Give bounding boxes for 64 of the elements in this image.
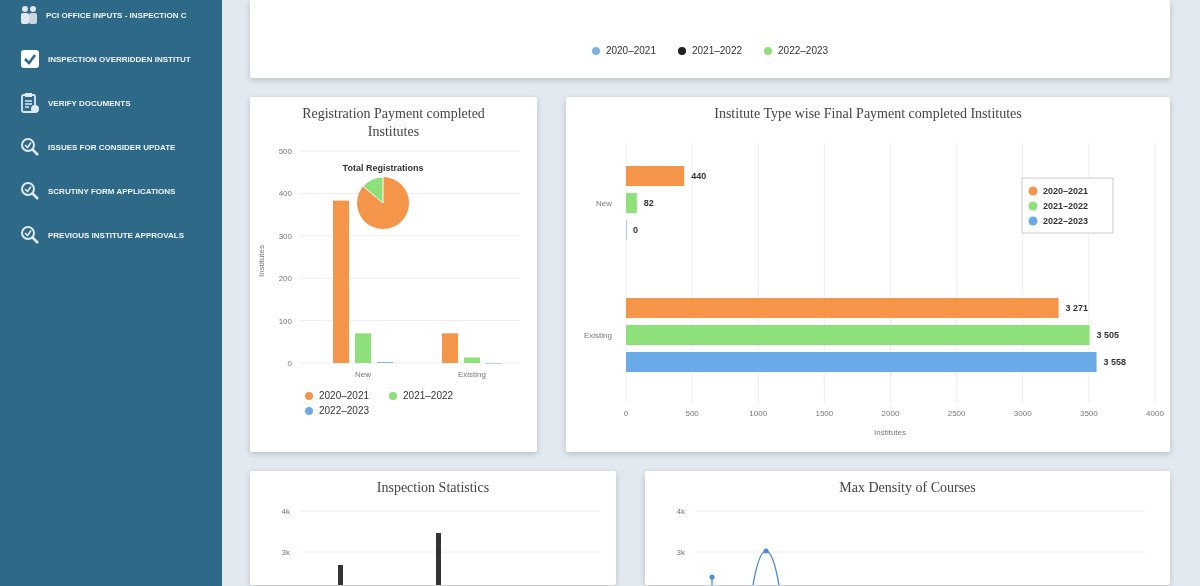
- axis-tick-label: 1000: [749, 409, 768, 418]
- legend-label: 2020–2021: [605, 45, 656, 56]
- bar: [626, 166, 685, 186]
- axis-tick-label: 0: [287, 359, 292, 368]
- clipboard-icon: [20, 92, 40, 114]
- search-check-icon: [20, 181, 40, 201]
- legend-label: 2022–2023: [778, 45, 829, 56]
- legend-label: 2022–2023: [1043, 216, 1089, 226]
- pie-chart-drawing: [357, 176, 409, 229]
- chart-title: Inspection Statistics: [375, 479, 491, 497]
- sidebar-item[interactable]: ISSUES FOR CONSIDER UPDATE: [48, 142, 176, 152]
- search-check-icon: [20, 137, 40, 157]
- legend-label: 2020–2021: [319, 390, 370, 401]
- bar: [355, 333, 371, 363]
- axis-tick-label: 500: [685, 409, 699, 418]
- sidebar-item[interactable]: INSPECTION OVERRIDDEN INSTITUT: [48, 54, 191, 64]
- axis-tick-label: New: [596, 199, 612, 208]
- inset-title: Total Registrations: [342, 163, 424, 173]
- axis-tick-label: 200: [278, 274, 292, 284]
- data-label: 82: [643, 198, 654, 208]
- legend-label: 2021–2022: [691, 45, 743, 56]
- axis-tick-label: 1500: [815, 409, 834, 418]
- line-chart-drawing: [709, 548, 780, 585]
- bar: [442, 333, 458, 363]
- sidebar-item[interactable]: SCRUTINY FORM APPLICATIONS: [48, 186, 176, 196]
- axis-tick-label: Existing: [458, 370, 486, 379]
- axis-tick-label: 3000: [1013, 409, 1032, 418]
- chart-title: Institute Type wise Final Payment completed Institutes: [713, 105, 1023, 123]
- axis-tick-label: 4k: [676, 507, 685, 516]
- axis-tick-label: New: [355, 370, 371, 379]
- axis-tick-label: 4k: [281, 507, 290, 516]
- axis-tick-label: 2500: [947, 409, 966, 418]
- legend-label: 2022–2023: [319, 405, 370, 416]
- sidebar-item[interactable]: PCI OFFICE INPUTS - INSPECTION C: [46, 10, 187, 20]
- axis-title: Institutes: [874, 428, 906, 437]
- checkbox-icon: [20, 49, 40, 69]
- data-label: 3 271: [1065, 303, 1089, 313]
- axis-tick-label: 100: [278, 316, 292, 326]
- axis-tick-label: 0: [623, 409, 629, 418]
- chart-title: Registration Payment completed Institutes: [301, 105, 486, 141]
- axis-tick-label: 3500: [1080, 409, 1098, 418]
- data-label: 0: [633, 225, 638, 235]
- legend-label: 2021–2022: [403, 390, 454, 401]
- legend-label: 2020–2021: [1043, 186, 1089, 196]
- chart-title: Max Density of Courses: [838, 479, 977, 497]
- data-label: 3 505: [1096, 330, 1120, 340]
- axis-tick-label: 4000: [1146, 409, 1164, 418]
- axis-tick-label: Existing: [584, 331, 612, 340]
- sidebar-item[interactable]: VERIFY DOCUMENTS: [48, 98, 131, 108]
- people-icon: [20, 5, 38, 25]
- axis-tick-label: 300: [278, 231, 292, 241]
- axis-tick-label: 3k: [676, 548, 685, 557]
- axis-title: Institutes: [257, 245, 266, 277]
- search-check-icon: [20, 225, 40, 245]
- legend-label: 2021–2022: [1043, 201, 1089, 211]
- bar: [626, 193, 637, 213]
- bar: [464, 357, 480, 363]
- axis-tick-label: 2000: [881, 409, 900, 418]
- axis-tick-label: 3k: [281, 548, 290, 557]
- data-label: 440: [691, 171, 707, 181]
- axis-tick-label: 400: [278, 189, 292, 199]
- axis-tick-label: 500: [278, 147, 292, 156]
- data-label: 3 558: [1103, 357, 1127, 367]
- sidebar-item[interactable]: PREVIOUS INSTITUTE APPROVALS: [48, 230, 184, 240]
